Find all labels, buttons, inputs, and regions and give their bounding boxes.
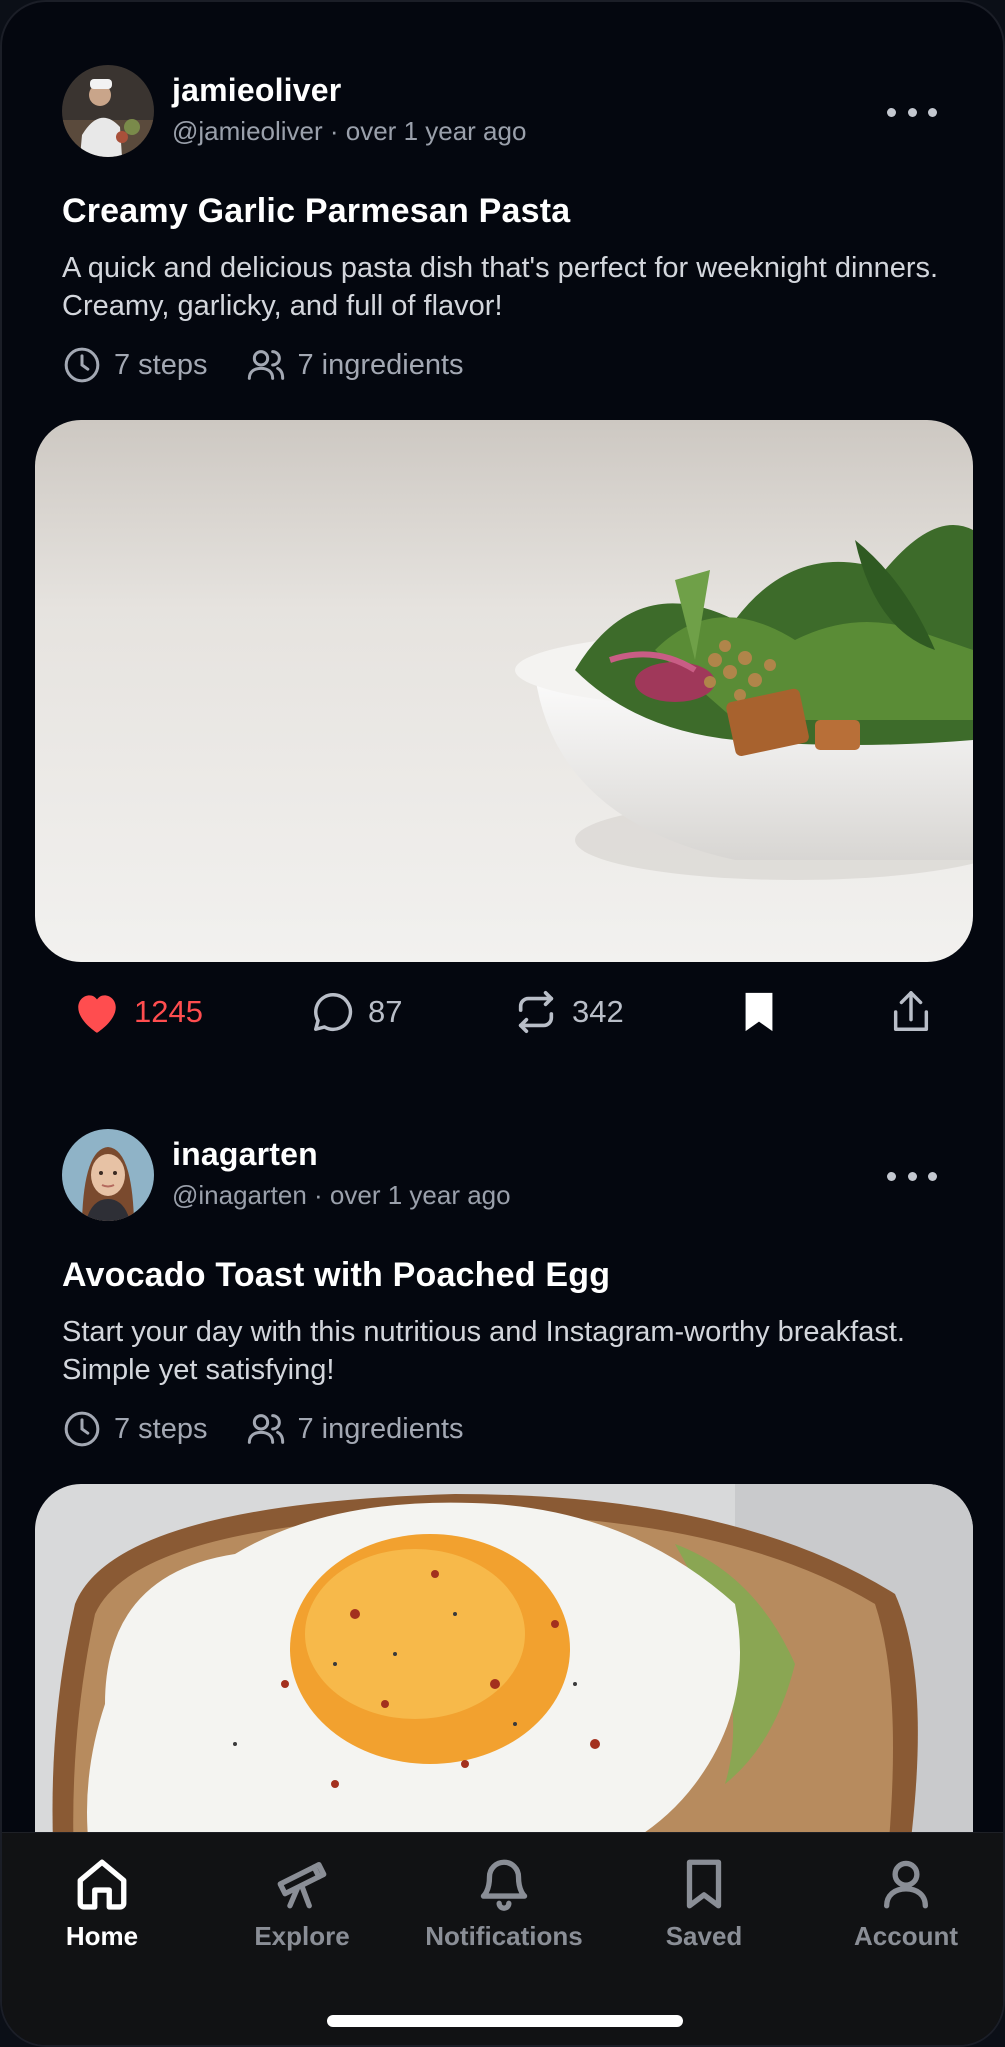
post-username[interactable]: inagarten xyxy=(172,1136,318,1173)
user-icon xyxy=(884,1860,928,1909)
repost-icon xyxy=(518,991,554,1033)
share-button[interactable] xyxy=(888,987,946,1037)
dot-icon xyxy=(907,107,917,117)
repost-count: 342 xyxy=(572,994,624,1029)
steps-stat: 7 steps xyxy=(62,1409,208,1449)
tab-label: Notifications xyxy=(425,1921,583,1951)
ingredients-stat: 7 ingredients xyxy=(246,1409,464,1449)
dot-icon xyxy=(928,107,937,117)
tab-label: Saved xyxy=(665,1921,743,1951)
post-stats: 7 steps 7 ingredients xyxy=(62,1409,502,1449)
post-photo[interactable] xyxy=(35,1484,973,1884)
post-description: A quick and delicious pasta dish that's … xyxy=(62,252,939,322)
post-stats: 7 steps 7 ingredients xyxy=(62,345,502,385)
telescope-icon xyxy=(277,1862,327,1909)
bell-icon xyxy=(480,1859,528,1911)
post-description: Start your day with this nutritious and … xyxy=(62,1316,905,1386)
steps-stat: 7 steps xyxy=(62,345,208,385)
ingredients-label: 7 ingredients xyxy=(297,1412,464,1445)
steps-label: 7 steps xyxy=(114,1412,208,1445)
tab-label: Home xyxy=(65,1921,139,1951)
avatar[interactable] xyxy=(62,65,154,157)
home-indicator[interactable] xyxy=(327,2015,683,2027)
feed-screen: jamieoliver @jamieoliver · over 1 year a… xyxy=(0,0,1005,2047)
like-count: 1245 xyxy=(134,994,203,1029)
avatar[interactable] xyxy=(62,1129,154,1221)
users-icon xyxy=(247,1414,284,1444)
post-actions: 1245 87 342 xyxy=(2,987,1003,1047)
dot-icon xyxy=(907,1171,917,1181)
more-options-button[interactable] xyxy=(887,97,937,127)
dot-icon xyxy=(887,107,896,117)
post-photo[interactable] xyxy=(35,420,973,962)
like-button[interactable]: 1245 xyxy=(72,989,203,1035)
post-title[interactable]: Avocado Toast with Poached Egg xyxy=(62,1256,610,1295)
ingredients-stat: 7 ingredients xyxy=(246,345,464,385)
tab-notifications[interactable]: Notifications xyxy=(404,1855,604,1952)
post-meta: @jamieoliver · over 1 year ago xyxy=(172,116,527,146)
tab-account[interactable]: Account xyxy=(806,1855,1003,1952)
bookmark-filled-icon xyxy=(745,992,773,1032)
repost-button[interactable]: 342 xyxy=(512,989,624,1035)
clock-icon xyxy=(64,1411,100,1447)
steps-label: 7 steps xyxy=(114,348,208,381)
bookmark-icon xyxy=(686,1859,722,1909)
more-options-button[interactable] xyxy=(887,1161,937,1191)
share-icon xyxy=(893,991,929,1031)
home-icon xyxy=(77,1859,127,1910)
tab-label: Account xyxy=(854,1921,958,1951)
users-icon xyxy=(247,350,284,380)
tab-label: Explore xyxy=(254,1921,350,1951)
post-username[interactable]: jamieoliver xyxy=(172,72,341,109)
tab-explore[interactable]: Explore xyxy=(202,1855,402,1952)
ingredients-label: 7 ingredients xyxy=(297,348,464,381)
tab-home[interactable]: Home xyxy=(2,1855,202,1952)
tab-saved[interactable]: Saved xyxy=(604,1855,804,1952)
clock-icon xyxy=(64,347,100,383)
heart-icon xyxy=(78,995,116,1033)
comment-button[interactable]: 87 xyxy=(310,989,402,1035)
post-meta: @inagarten · over 1 year ago xyxy=(172,1180,511,1210)
post-title[interactable]: Creamy Garlic Parmesan Pasta xyxy=(62,192,570,231)
save-button[interactable] xyxy=(739,989,791,1035)
dot-icon xyxy=(928,1171,937,1181)
comment-count: 87 xyxy=(368,994,403,1029)
dot-icon xyxy=(887,1171,896,1181)
comment-icon xyxy=(314,993,353,1031)
